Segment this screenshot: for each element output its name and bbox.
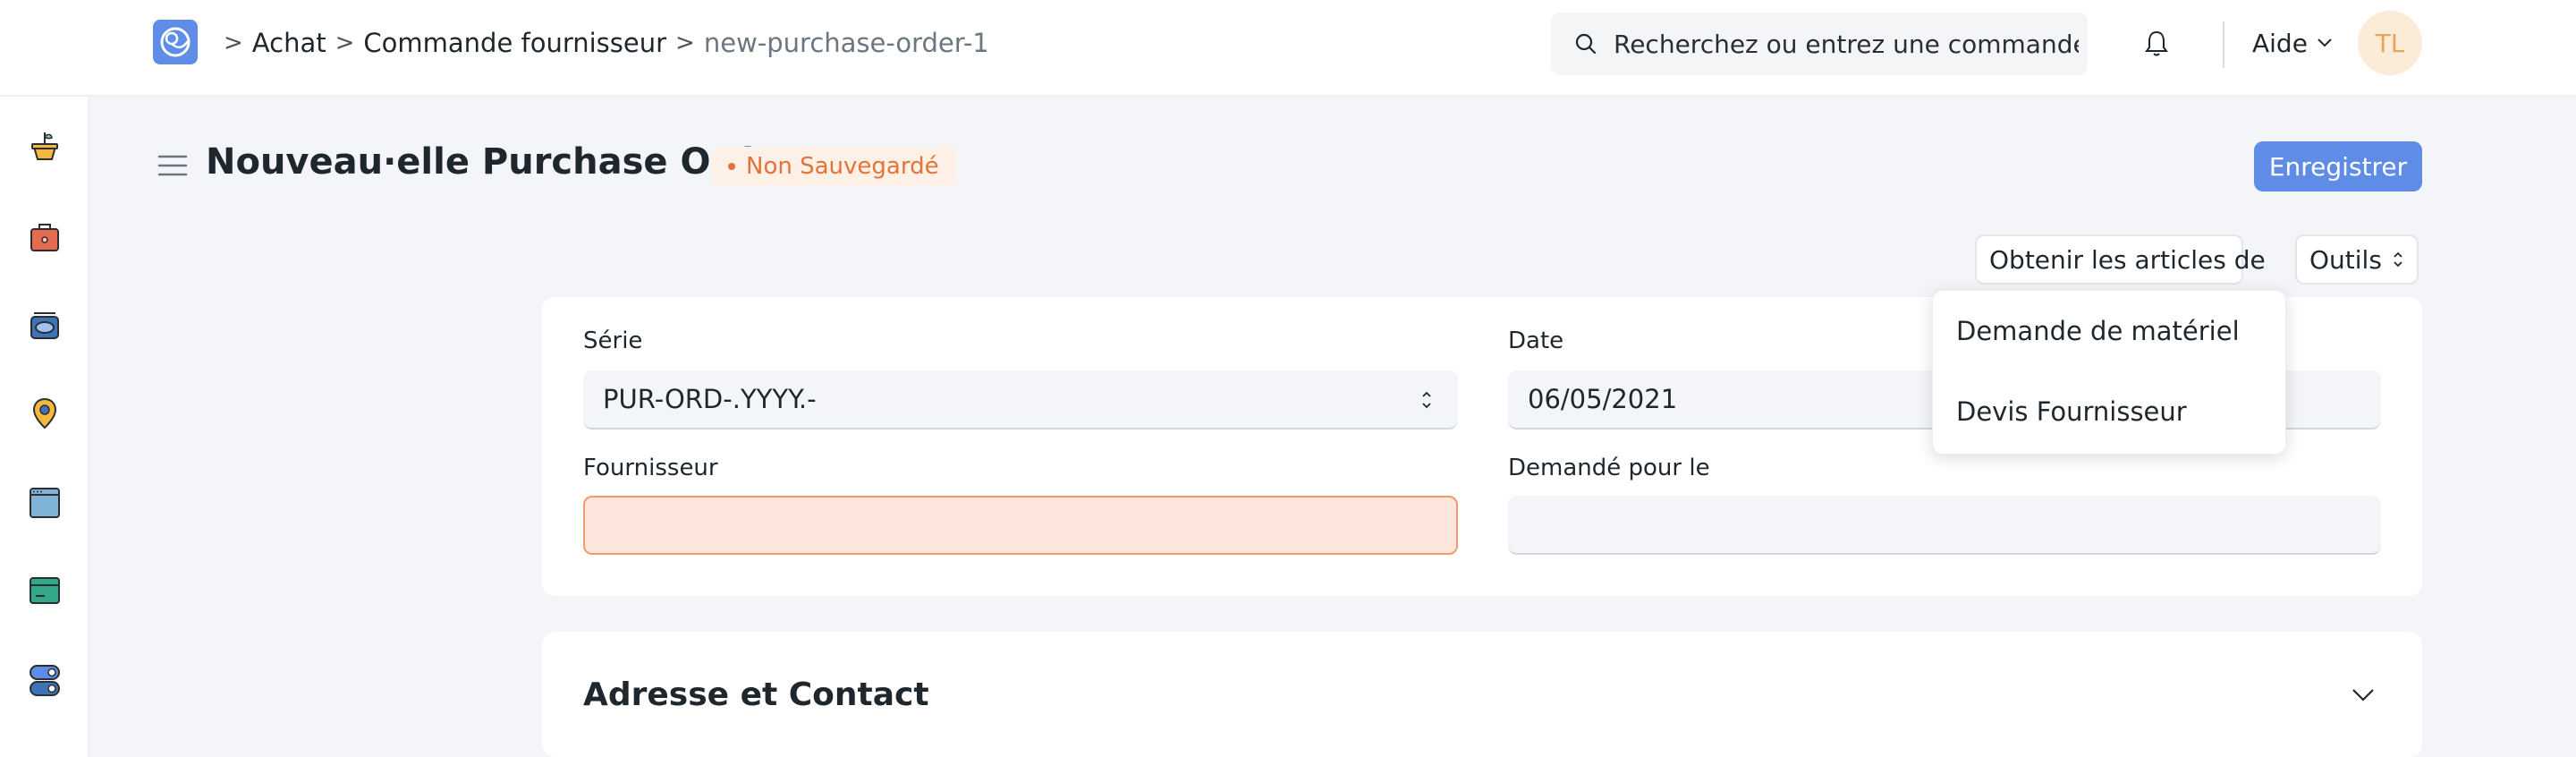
status-dot xyxy=(728,163,735,170)
breadcrumb: > Achat > Commande fournisseur > new-pur… xyxy=(220,25,989,61)
briefcase-icon[interactable] xyxy=(27,218,63,254)
dropdown-item-material-request[interactable]: Demande de matériel xyxy=(1956,316,2240,346)
logo-icon xyxy=(160,27,191,57)
page-title: Nouveau·elle Purchase Order xyxy=(206,141,796,183)
plant-pot-icon[interactable] xyxy=(27,127,63,163)
address-contact-section[interactable]: Adresse et Contact xyxy=(542,632,2422,757)
status-label: Non Sauvegardé xyxy=(746,153,939,180)
breadcrumb-separator: > xyxy=(675,30,695,56)
card-icon[interactable] xyxy=(27,573,63,608)
chevron-down-icon xyxy=(2318,38,2332,47)
bell-icon[interactable] xyxy=(2143,29,2170,59)
breadcrumb-separator: > xyxy=(224,30,243,56)
tools-label: Outils xyxy=(2309,244,2382,275)
top-navbar: > Achat > Commande fournisseur > new-pur… xyxy=(0,0,2576,97)
chevron-updown-icon xyxy=(2394,251,2402,268)
get-items-dropdown: Demande de matériel Devis Fournisseur xyxy=(1932,290,2286,455)
avatar[interactable]: TL xyxy=(2358,11,2422,75)
help-label: Aide xyxy=(2252,28,2308,58)
search-input[interactable] xyxy=(1614,29,2079,59)
breadcrumb-item-commande-fournisseur[interactable]: Commande fournisseur xyxy=(363,28,666,58)
toggle-icon[interactable] xyxy=(27,662,63,698)
series-select[interactable]: PUR-ORD-.YYYY.- xyxy=(583,370,1458,430)
date-label: Date xyxy=(1508,327,1564,354)
hamburger-menu-icon[interactable] xyxy=(157,154,188,177)
navbar-divider xyxy=(2223,21,2224,68)
get-items-label: Obtenir les articles de xyxy=(1989,244,2266,275)
required-by-field[interactable] xyxy=(1508,496,2381,555)
section-title: Adresse et Contact xyxy=(583,676,929,713)
search-icon xyxy=(1575,33,1597,55)
series-value: PUR-ORD-.YYYY.- xyxy=(603,384,817,414)
required-by-label: Demandé pour le xyxy=(1508,455,1710,481)
help-menu[interactable]: Aide xyxy=(2252,25,2333,61)
stack-icon[interactable] xyxy=(27,308,63,344)
search-bar[interactable] xyxy=(1551,13,2088,75)
series-label: Série xyxy=(583,327,643,354)
status-badge: Non Sauvegardé xyxy=(712,147,957,186)
app-logo[interactable] xyxy=(153,20,198,64)
map-pin-icon[interactable] xyxy=(27,396,63,431)
breadcrumb-item-current[interactable]: new-purchase-order-1 xyxy=(704,28,989,58)
browser-window-icon[interactable] xyxy=(27,485,63,521)
breadcrumb-item-achat[interactable]: Achat xyxy=(252,28,326,58)
chevron-updown-icon xyxy=(1422,391,1431,409)
save-button[interactable]: Enregistrer xyxy=(2254,141,2422,191)
sidebar xyxy=(0,97,89,757)
get-items-from-button[interactable]: Obtenir les articles de xyxy=(1975,234,2266,285)
supplier-label: Fournisseur xyxy=(583,455,718,481)
date-value: 06/05/2021 xyxy=(1528,384,1678,414)
supplier-field[interactable] xyxy=(583,496,1458,555)
dropdown-item-supplier-quotation[interactable]: Devis Fournisseur xyxy=(1956,396,2187,427)
tools-button[interactable]: Outils xyxy=(2295,234,2419,285)
breadcrumb-separator: > xyxy=(335,30,355,56)
chevron-down-icon[interactable] xyxy=(2351,687,2376,703)
